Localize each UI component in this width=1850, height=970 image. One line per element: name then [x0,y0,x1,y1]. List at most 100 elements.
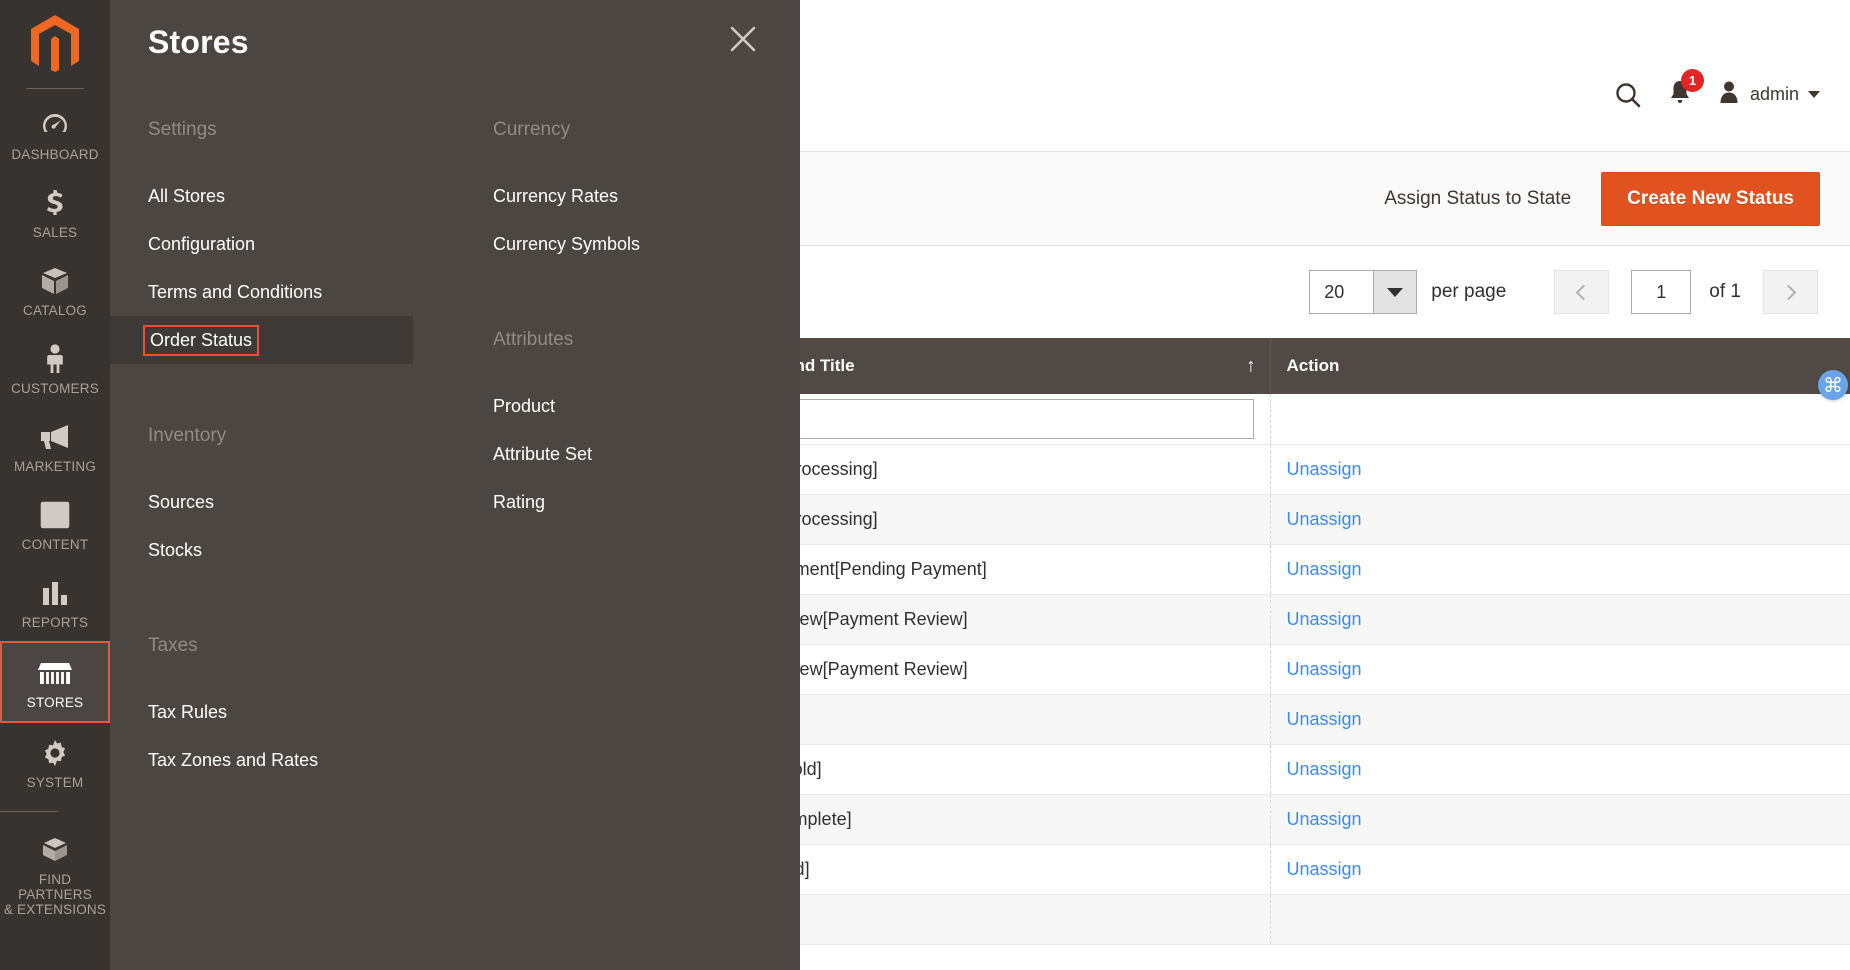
menu-group-title-attributes: Attributes [493,329,574,350]
unassign-link[interactable]: Unassign [1287,509,1362,529]
menu-item-product[interactable]: Product [455,393,560,420]
chevron-right-icon [1780,284,1797,300]
dollar-icon [39,186,71,220]
next-page-button[interactable] [1763,270,1818,314]
menu-row: Product [455,382,800,430]
menu-item-rating[interactable]: Rating [455,489,550,516]
user-menu[interactable]: admin [1717,79,1820,110]
menu-item-order-status[interactable]: Order Status [110,324,260,356]
sidebar-item-label: SYSTEM [26,775,84,790]
sidebar-item-customers[interactable]: CUSTOMERS [0,329,110,407]
cell-action: Unassign [1270,694,1850,745]
cell-action: Unassign [1270,794,1850,845]
unassign-link[interactable]: Unassign [1287,609,1362,629]
menu-group-items: All Stores Configuration Terms and Conditi… [110,172,455,364]
unassign-link[interactable]: Unassign [1287,759,1362,779]
menu-row: Stocks [110,526,455,574]
sidebar-item-label: DASHBOARD [11,147,99,162]
create-new-status-button[interactable]: Create New Status [1601,171,1820,226]
menu-item-attribute-set[interactable]: Attribute Set [455,441,597,468]
per-page-dropdown-arrow[interactable] [1373,270,1418,314]
menu-item-label: Configuration [148,233,256,254]
unassign-link[interactable]: Unassign [1287,709,1362,729]
sidebar-item-label: MARKETING [13,459,97,474]
storefront-icon [38,656,72,690]
stores-flyout-panel: Stores Settings All Stores Configuration Te… [110,0,800,970]
menu-item-currency-symbols[interactable]: Currency Symbols [455,231,645,258]
menu-row: Currency Symbols [455,220,800,268]
filter-cell-action [1270,394,1850,445]
admin-sidebar-rail: DASHBOARD SALES CATALOG CUSTOMERS MARKETING C… [0,0,110,970]
cell-action: Unassign [1270,844,1850,895]
command-widget-icon[interactable]: ⌘ [1818,370,1848,400]
user-avatar-icon [1717,79,1741,110]
close-icon[interactable] [728,24,758,54]
sidebar-item-stores[interactable]: STORES [0,641,110,723]
sidebar-item-label: REPORTS [21,615,89,630]
menu-row: Order Status [110,316,413,364]
layout-icon [39,498,71,532]
menu-item-currency-rates[interactable]: Currency Rates [455,183,623,210]
menu-item-terms-and-conditions[interactable]: Terms and Conditions [110,279,327,306]
menu-item-label: Product [493,395,556,416]
menu-item-label: Currency Symbols [493,233,641,254]
sidebar-item-content[interactable]: CONTENT [0,485,110,563]
sidebar-item-dashboard[interactable]: DASHBOARD [0,95,110,173]
chevron-down-icon [1387,287,1404,297]
cell-action: Unassign [1270,444,1850,495]
flyout-column-2: Currency Currency Rates Currency Symbols At… [455,92,800,526]
menu-group-items: Tax Rules Tax Zones and Rates [110,688,455,784]
menu-item-tax-rules[interactable]: Tax Rules [110,699,232,726]
user-name-label: admin [1749,84,1799,104]
menu-item-tax-zones-and-rates[interactable]: Tax Zones and Rates [110,747,323,774]
menu-row: Currency Rates [455,172,800,220]
unassign-link[interactable]: Unassign [1287,659,1362,679]
menu-group-title-taxes: Taxes [148,635,198,656]
assign-status-to-state-button[interactable]: Assign Status to State [1384,188,1571,210]
unassign-link[interactable]: Unassign [1287,459,1362,479]
sort-ascending-icon: ↑ [1246,355,1256,377]
chevron-left-icon [1576,284,1592,300]
notification-count-badge: 1 [1680,69,1704,92]
column-header-action[interactable]: Action [1270,338,1850,394]
menu-row: Tax Rules [110,688,455,736]
menu-item-label: Attribute Set [493,443,593,464]
total-pages-label: of 1 [1709,281,1741,302]
sidebar-item-sales[interactable]: SALES [0,173,110,251]
menu-row: Tax Zones and Rates [110,736,455,784]
search-icon[interactable] [1613,80,1643,110]
sidebar-item-label: CUSTOMERS [11,381,99,396]
per-page-select[interactable]: 20 [1309,270,1418,314]
menu-item-label: Tax Zones and Rates [148,749,319,770]
bell-icon [1667,81,1693,110]
menu-item-sources[interactable]: Sources [110,489,219,516]
sidebar-item-label: STORES [26,695,84,710]
menu-item-stocks[interactable]: Stocks [110,537,207,564]
unassign-link[interactable]: Unassign [1287,859,1362,879]
sidebar-item-reports[interactable]: REPORTS [0,563,110,641]
previous-page-button[interactable] [1554,270,1610,314]
sidebar-item-catalog[interactable]: CATALOG [0,251,110,329]
sidebar-item-find-partners-extensions[interactable]: FIND PARTNERS & EXTENSIONS [0,820,110,928]
person-icon [42,342,68,376]
magento-logo[interactable] [28,0,82,88]
sidebar-item-marketing[interactable]: MARKETING [0,407,110,485]
gauge-icon [39,108,71,142]
menu-item-label: All Stores [148,185,226,206]
menu-item-all-stores[interactable]: All Stores [110,183,230,210]
flyout-column-1: Settings All Stores Configuration Terms and… [110,92,455,784]
menu-item-label: Order Status [143,324,260,356]
menu-row: Configuration [110,220,455,268]
megaphone-icon [38,420,72,454]
sidebar-divider [26,88,84,89]
sidebar-item-label: CONTENT [21,537,89,552]
menu-group-items: Currency Rates Currency Symbols [455,172,800,268]
sidebar-item-system[interactable]: SYSTEM [0,723,110,801]
unassign-link[interactable]: Unassign [1287,809,1362,829]
notifications-button[interactable]: 1 [1667,69,1704,111]
unassign-link[interactable]: Unassign [1287,559,1362,579]
menu-item-configuration[interactable]: Configuration [110,231,260,258]
page-number-input[interactable] [1631,270,1692,314]
menu-item-label: Tax Rules [148,701,228,722]
menu-item-label: Sources [148,491,215,512]
